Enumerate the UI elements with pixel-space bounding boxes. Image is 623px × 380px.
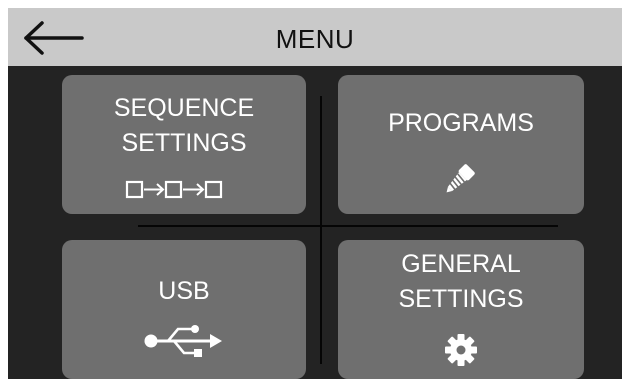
page-title: MENU bbox=[275, 24, 355, 54]
vertical-divider bbox=[320, 96, 322, 364]
arrow-left-icon bbox=[24, 21, 84, 55]
usb-button[interactable]: USB bbox=[62, 240, 306, 379]
header-bar: MENU bbox=[8, 8, 622, 66]
horizontal-divider bbox=[138, 225, 558, 227]
sequence-settings-button[interactable]: SEQUENCE SETTINGS bbox=[62, 75, 306, 214]
gear-icon bbox=[445, 334, 477, 366]
back-button[interactable] bbox=[20, 18, 86, 58]
sequence-settings-label-line1: SEQUENCE bbox=[113, 94, 255, 122]
general-settings-button[interactable]: GENERAL SETTINGS bbox=[338, 240, 584, 379]
programs-button[interactable]: PROGRAMS bbox=[338, 75, 584, 214]
sequence-settings-label-line2: SETTINGS bbox=[121, 129, 247, 157]
sequence-boxes-icon bbox=[125, 180, 223, 199]
programs-label: PROGRAMS bbox=[388, 109, 534, 137]
screw-icon bbox=[446, 164, 475, 193]
usb-icon bbox=[144, 325, 222, 357]
menu-screen: MENU SEQUENCE SETTINGS PROGRAMS USB GENE… bbox=[8, 8, 622, 379]
usb-label: USB bbox=[158, 277, 210, 305]
general-settings-label-line2: SETTINGS bbox=[398, 285, 524, 313]
general-settings-label-line1: GENERAL bbox=[401, 250, 521, 278]
